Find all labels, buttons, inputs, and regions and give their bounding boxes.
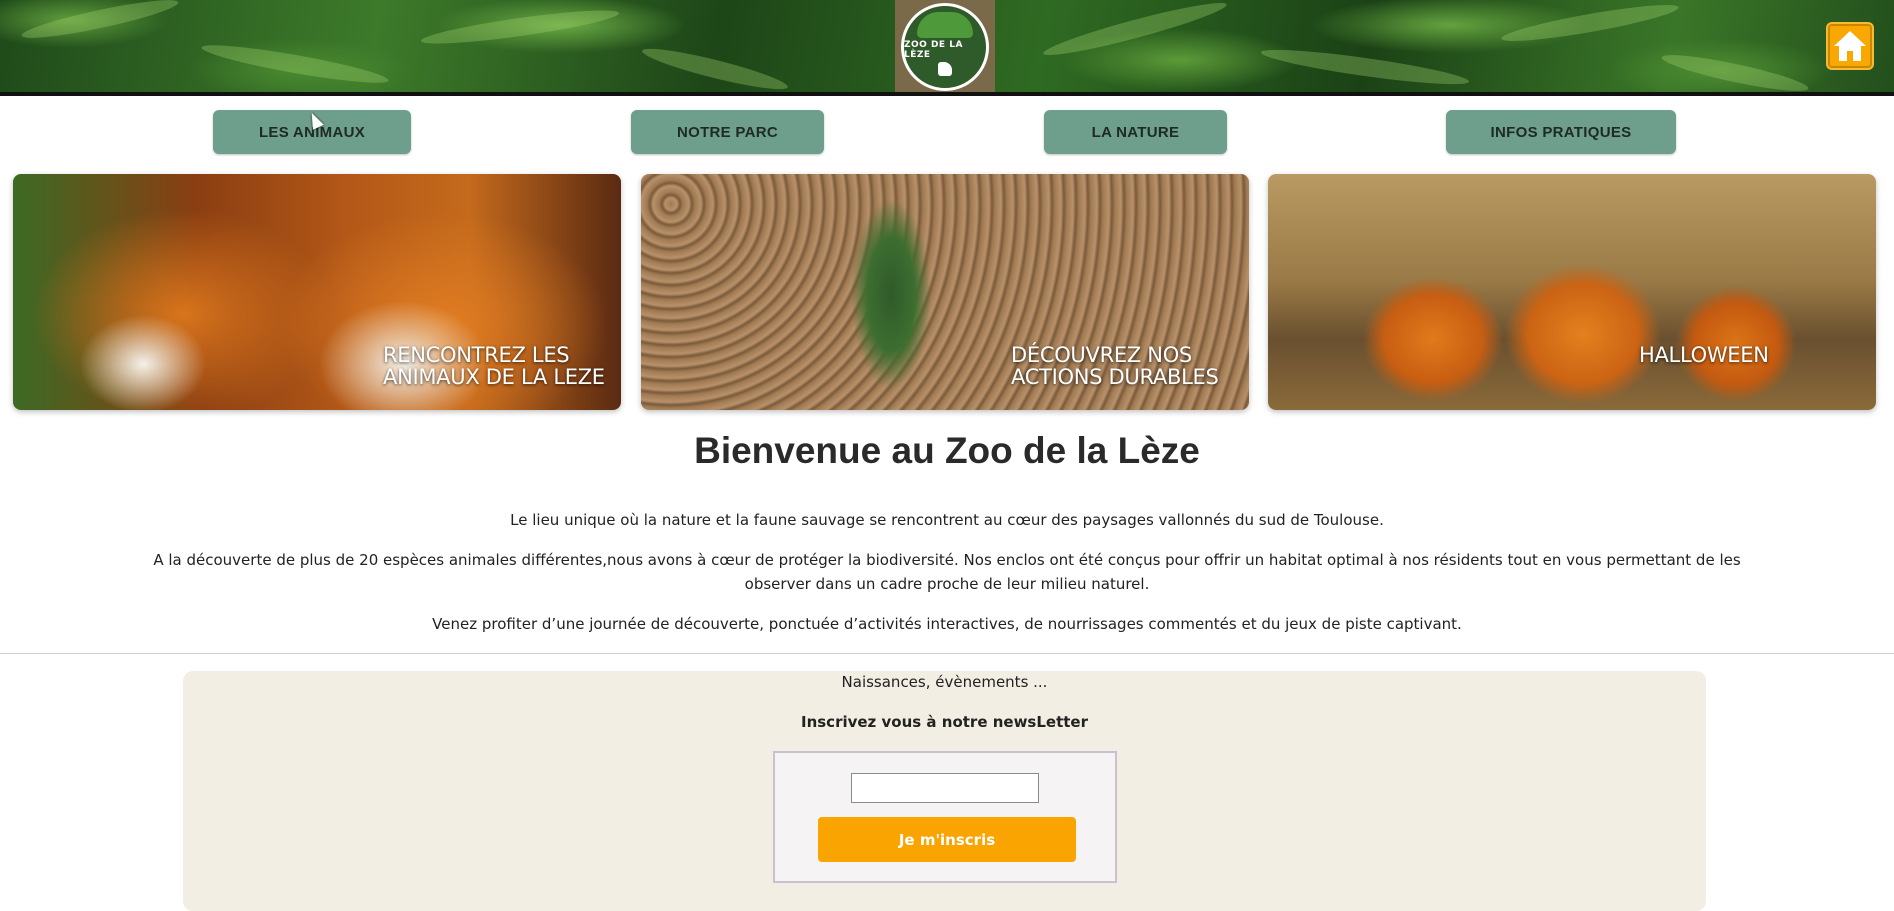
- nav-la-nature[interactable]: LA NATURE: [1044, 110, 1227, 154]
- newsletter-section: Naissances, évènements ... Inscrivez vou…: [183, 671, 1706, 911]
- email-field[interactable]: [851, 773, 1039, 803]
- subscribe-button[interactable]: Je m'inscris: [818, 817, 1076, 862]
- logo-emblem: ZOO DE LA LÈZE: [901, 3, 989, 91]
- card-caption-line2: animaux de la Leze: [383, 365, 605, 389]
- card-actions-durables[interactable]: Découvrez nos actions durables: [641, 174, 1249, 410]
- card-caption-line1: Rencontrez les: [383, 343, 570, 367]
- zoo-logo[interactable]: ZOO DE LA LÈZE: [895, 0, 995, 92]
- section-divider: [0, 653, 1894, 654]
- card-halloween[interactable]: Halloween: [1268, 174, 1876, 410]
- card-caption: Rencontrez les animaux de la Leze: [383, 344, 605, 388]
- card-caption: Découvrez nos actions durables: [1011, 343, 1219, 389]
- home-button[interactable]: [1826, 22, 1874, 70]
- card-caption-line2: actions durables: [1011, 365, 1219, 389]
- biodiversity-paragraph: A la découverte de plus de 20 espèces an…: [153, 551, 1741, 593]
- card-caption-line1: Halloween: [1639, 343, 1769, 367]
- tree-icon: [917, 12, 973, 38]
- card-caption-line1: Découvrez nos: [1011, 343, 1192, 367]
- newsletter-headline: Inscrivez vous à notre newsLetter: [800, 713, 1088, 731]
- nav-notre-parc[interactable]: NOTRE PARC: [631, 110, 824, 154]
- home-icon: [1834, 31, 1866, 61]
- newsletter-form: Je m'inscris: [773, 751, 1117, 883]
- card-animaux[interactable]: Rencontrez les animaux de la Leze: [13, 174, 621, 410]
- logo-text: ZOO DE LA LÈZE: [904, 40, 963, 60]
- activities-paragraph: Venez profiter d’une journée de découver…: [432, 615, 1462, 633]
- intro-paragraph: Le lieu unique où la nature et la faune …: [510, 511, 1384, 529]
- card-caption: Halloween: [1639, 344, 1769, 366]
- page-title: Bienvenue au Zoo de la Lèze: [694, 430, 1200, 471]
- site-header: ZOO DE LA LÈZE: [0, 0, 1894, 96]
- nav-infos-pratiques[interactable]: INFOS PRATIQUES: [1446, 110, 1676, 154]
- newsletter-intro: Naissances, évènements ...: [841, 673, 1048, 691]
- deer-icon: [938, 62, 952, 76]
